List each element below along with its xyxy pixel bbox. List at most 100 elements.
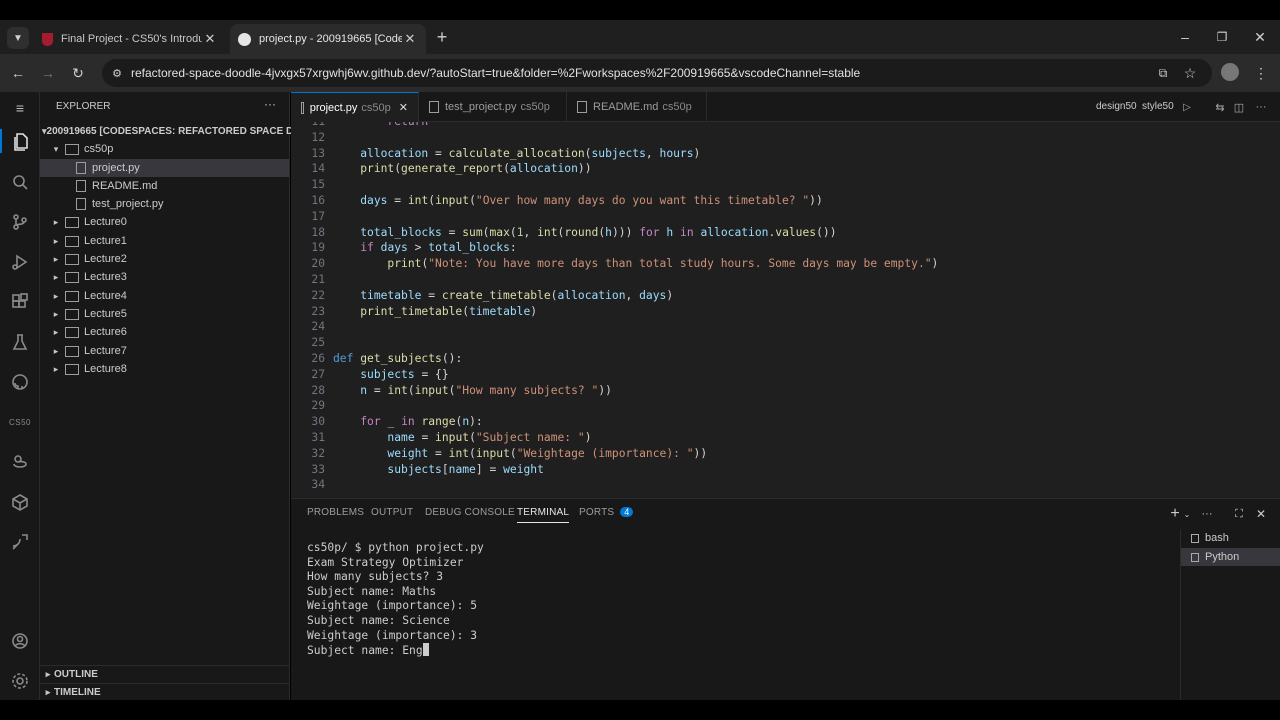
browser-tab-strip: ▼ Final Project - CS50's Introductio ✕ p… — [0, 20, 1280, 54]
maximize-panel-icon[interactable]: ⛶ — [1229, 504, 1249, 524]
browser-tab-cs50[interactable]: Final Project - CS50's Introductio ✕ — [34, 24, 226, 54]
close-icon[interactable]: ✕ — [202, 31, 218, 47]
run-debug-icon[interactable] — [8, 250, 32, 274]
folder-lecture5[interactable]: ▸ Lecture5 — [40, 305, 289, 323]
folder-icon — [65, 216, 79, 228]
folder-lecture4[interactable]: ▸ Lecture4 — [40, 287, 289, 305]
folder-icon — [65, 363, 79, 375]
run-icon[interactable]: ▷ — [1177, 97, 1197, 117]
folder-lecture2[interactable]: ▸ Lecture2 — [40, 250, 289, 268]
timeline-section[interactable]: ▸ TIMELINE — [40, 683, 289, 701]
install-app-icon[interactable]: ⧉ — [1153, 63, 1173, 83]
file-label: README.md — [92, 180, 158, 192]
terminal-line: cs50p/ $ python project.py — [307, 541, 484, 554]
tab-problems[interactable]: PROBLEMS — [307, 507, 364, 518]
close-panel-icon[interactable]: ✕ — [1251, 504, 1271, 524]
more-actions-icon[interactable]: ··· — [1251, 97, 1271, 117]
line-number: 23 — [311, 304, 325, 318]
editor-tab-project-py[interactable]: project.py cs50p ✕ — [291, 92, 419, 122]
folder-lecture8[interactable]: ▸ Lecture8 — [40, 360, 289, 378]
code-editor[interactable]: 11 return 12 13 allocation = calculate_all… — [291, 122, 1280, 498]
remote-icon[interactable] — [8, 530, 32, 554]
file-project-py[interactable]: project.py — [40, 159, 289, 177]
terminal-item-bash[interactable]: bash — [1181, 529, 1280, 547]
terminal-name: Python — [1205, 551, 1240, 563]
minimize-icon[interactable]: – — [1175, 27, 1195, 47]
source-control-icon[interactable] — [8, 210, 32, 234]
search-icon[interactable] — [8, 170, 32, 194]
folder-lecture1[interactable]: ▸ Lecture1 — [40, 232, 289, 250]
tab-debug-console[interactable]: DEBUG CONSOLE — [425, 507, 515, 518]
split-editor-icon[interactable]: ◫ — [1229, 97, 1249, 117]
folder-lecture7[interactable]: ▸ Lecture7 — [40, 342, 289, 360]
style50-button[interactable]: style50 — [1142, 101, 1174, 112]
tab-ports-label: PORTS — [579, 507, 615, 518]
files-icon[interactable] — [0, 129, 40, 153]
line-number: 14 — [311, 162, 325, 176]
terminal-output[interactable]: cs50p/ $ python project.py Exam Strategy… — [307, 541, 1177, 658]
reload-icon[interactable]: ↻ — [68, 63, 88, 83]
cube-icon[interactable] — [8, 490, 32, 514]
editor-tab-test-project-py[interactable]: test_project.py cs50p — [419, 92, 567, 122]
file-icon — [76, 180, 86, 192]
file-icon — [429, 101, 439, 113]
close-icon[interactable]: ✕ — [399, 101, 408, 114]
more-actions-icon[interactable]: ··· — [264, 97, 276, 111]
design50-button[interactable]: design50 — [1096, 101, 1137, 112]
folder-icon — [65, 290, 79, 302]
code-line: allocation = calculate_allocation(subjec… — [360, 146, 701, 160]
file-icon — [577, 101, 587, 113]
restore-icon[interactable]: ❐ — [1212, 27, 1232, 47]
folder-cs50p[interactable]: ▾ cs50p — [40, 140, 289, 158]
line-number: 31 — [311, 431, 325, 444]
folder-lecture6[interactable]: ▸ Lecture6 — [40, 323, 289, 341]
harvard-shield-icon — [42, 32, 53, 46]
outline-section[interactable]: ▸ OUTLINE — [40, 665, 289, 683]
terminal-item-python[interactable]: Python — [1181, 548, 1280, 566]
menu-icon[interactable]: ≡ — [10, 98, 30, 118]
browser-tab-project[interactable]: project.py - 200919665 [Codesp ✕ — [230, 24, 426, 54]
compare-icon[interactable]: ⇆ — [1210, 97, 1230, 117]
folder-lecture0[interactable]: ▸ Lecture0 — [40, 213, 289, 231]
tab-terminal[interactable]: TERMINAL — [517, 507, 570, 523]
editor-tab-bar: project.py cs50p ✕ test_project.py cs50p… — [291, 92, 1280, 122]
settings-icon[interactable] — [8, 669, 32, 693]
url-field[interactable]: ⚙ refactored-space-doodle-4jvxgx57xrgwhj… — [102, 59, 1212, 87]
account-icon[interactable] — [8, 629, 32, 653]
more-actions-icon[interactable]: ··· — [1197, 504, 1217, 524]
profile-avatar-icon[interactable] — [1221, 63, 1239, 81]
terminal-line: How many subjects? 3 — [307, 570, 444, 584]
file-icon — [76, 198, 86, 210]
close-icon[interactable]: ✕ — [402, 31, 418, 47]
workspace-root[interactable]: ▾ 200919665 [CODESPACES: REFACTORED SPAC… — [40, 122, 309, 140]
editor-tab-readme-md[interactable]: README.md cs50p — [567, 92, 707, 122]
tab-title: Final Project - CS50's Introductio — [61, 33, 202, 45]
bookmark-star-icon[interactable]: ☆ — [1180, 63, 1200, 83]
tab-ports[interactable]: PORTS 4 — [579, 507, 634, 518]
file-test-project-py[interactable]: test_project.py — [40, 195, 289, 213]
forward-icon[interactable]: → — [38, 63, 58, 83]
browser-menu-icon[interactable]: ⋮ — [1251, 63, 1271, 83]
folder-label: Lecture4 — [84, 290, 127, 302]
github-icon[interactable] — [8, 370, 32, 394]
site-info-icon[interactable]: ⚙ — [107, 63, 127, 83]
extensions-icon[interactable] — [8, 290, 32, 314]
cs50-icon[interactable]: CS50 — [8, 410, 32, 434]
file-readme-md[interactable]: README.md — [40, 177, 289, 195]
window-close-icon[interactable]: ✕ — [1250, 27, 1270, 47]
terminal-line: Subject name: Maths — [307, 584, 437, 598]
line-number: 15 — [311, 178, 325, 192]
bottom-panel: PROBLEMS OUTPUT DEBUG CONSOLE TERMINAL P… — [291, 498, 1280, 701]
folder-lecture3[interactable]: ▸ Lecture3 — [40, 268, 289, 286]
code-line: if days > total_blocks: — [360, 241, 517, 255]
back-icon[interactable]: ← — [8, 63, 28, 83]
terminal-prompt-text: Subject name: Eng — [307, 644, 423, 658]
new-tab-icon[interactable]: + — [432, 27, 452, 47]
tab-output[interactable]: OUTPUT — [371, 507, 413, 518]
testing-icon[interactable] — [8, 330, 32, 354]
tab-search-icon[interactable]: ▼ — [7, 27, 29, 49]
line-number: 22 — [311, 288, 325, 302]
ducky-icon[interactable] — [8, 450, 32, 474]
chevron-down-icon[interactable]: ⌄ — [1177, 504, 1197, 524]
folder-label: Lecture3 — [84, 271, 127, 283]
